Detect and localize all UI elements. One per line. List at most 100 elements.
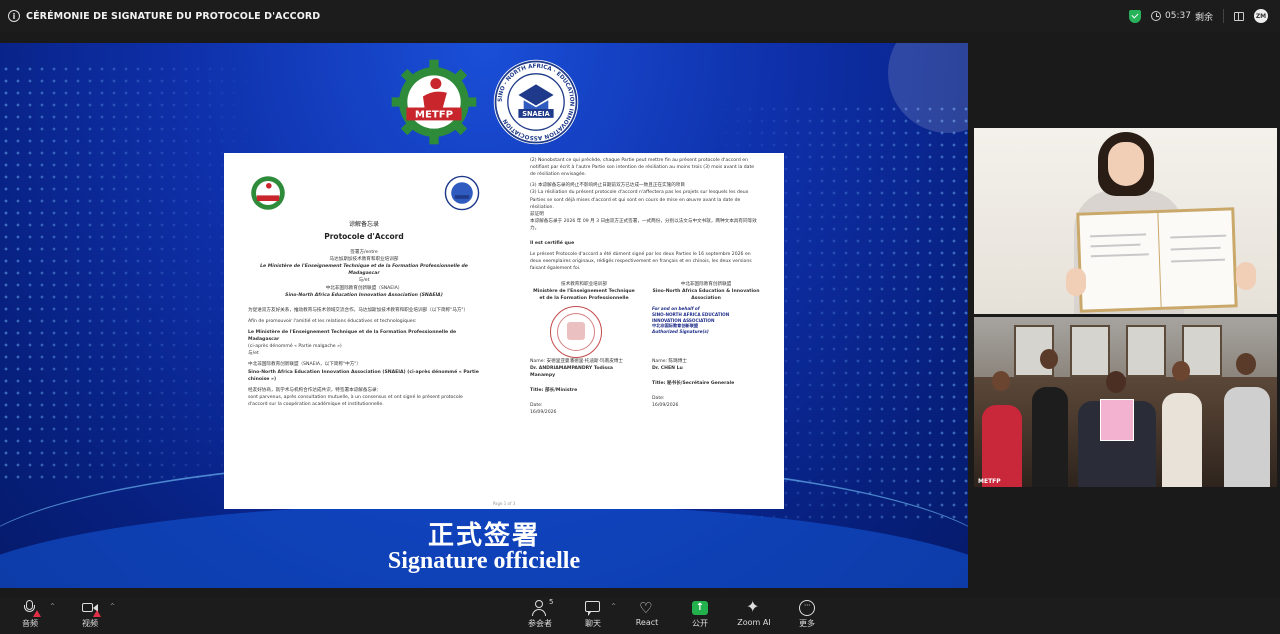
participant-figure [1162, 393, 1202, 487]
doc-line: (2) Nonobstant ce qui précède, chaque Pa… [530, 158, 755, 178]
video-options-chevron-icon[interactable]: ^ [110, 603, 115, 610]
react-label: React [635, 618, 659, 627]
participants-button[interactable]: 5 参会者 [520, 598, 560, 629]
more-label: 更多 [799, 619, 815, 628]
video-tile-speaker[interactable] [974, 128, 1277, 314]
hand [1066, 268, 1086, 296]
document-title: Protocole d'Accord [324, 232, 404, 241]
participants-icon [535, 600, 543, 608]
info-icon[interactable]: i [8, 10, 20, 22]
share-screen-button[interactable]: ↑ 公开 [680, 600, 720, 629]
held-certificate [1100, 399, 1134, 441]
doc-line: 中北非国际教育创新联盟（SNAEIA，以下简称"中方"） [248, 362, 361, 368]
signature-block-madagascar: 技术教育和职业培训部 Ministère de l'Enseignement T… [530, 281, 638, 417]
association-stamp: For and on behalf of SINO-NORTH AFRICA E… [652, 306, 760, 358]
doc-line: (3) 本谅解备忘录的终止不影响终止日期前双方已达成一致且正在实施的项目 [530, 183, 685, 189]
doc-line: 与/et [358, 278, 370, 284]
snaeia-logo-text: SNAEIA [522, 110, 550, 118]
title-bar-controls: 05:37 剩余 ZM [1129, 0, 1268, 32]
metfp-mini-logo [251, 176, 285, 210]
sig-name-line: Name: 陈璐博士 [652, 358, 687, 364]
timer-label: 剩余 [1194, 12, 1213, 23]
doc-line: Le Ministère de l'Enseignement Technique… [248, 329, 457, 343]
sparkle-icon: ✦ [746, 597, 760, 616]
doc-line: (ci-après dénommé « Partie malgache ») [248, 344, 342, 350]
doc-line: 兹证明 [530, 211, 544, 217]
meeting-toolbar: 音频 ^ 视频 ^ 5 参会者 聊天 ^ ♡ React ↑ 公开 ✦ Zoom… [0, 597, 1280, 634]
snaeia-mini-logo [444, 175, 480, 211]
user-avatar[interactable]: ZM [1254, 9, 1268, 23]
document-page-right: (2) Nonobstant ce qui précède, chaque Pa… [530, 157, 760, 417]
video-button[interactable]: 视频 [70, 600, 110, 629]
doc-line: Afin de promouvoir l'amitié et les relat… [248, 318, 417, 324]
zoom-ai-label: Zoom AI [737, 618, 771, 627]
sig-date-label: Date: [652, 396, 665, 402]
chat-options-chevron-icon[interactable]: ^ [611, 603, 616, 610]
clock-icon [1151, 11, 1162, 21]
official-stamp [550, 305, 602, 358]
doc-line: 经友好协商，就学术与机构合作达成共识，特签署本谅解备忘录： [248, 387, 382, 393]
sig-org: Ministère de l'Enseignement Technique et… [533, 288, 635, 301]
doc-line: 为促进双方友好关系，推动教育与技术领域交流合作，马达加斯加技术教育和职业培训部（… [248, 307, 469, 313]
zoom-meeting-window: i CÉRÉMONIE DE SIGNATURE DU PROTOCOLE D'… [0, 0, 1280, 634]
stamp-line: SINO-NORTH AFRICA EDUCATION INNOVATION A… [652, 311, 730, 323]
video-tile-metfp[interactable]: METFP [974, 317, 1277, 487]
agreement-document: 谅解备忘录 Protocole d'Accord 签署方/entre 马达加斯加… [224, 153, 784, 509]
doc-line: Le présent Protocole d'accord a été dûme… [530, 252, 752, 272]
snaeia-logo: SINO - NORTH AFRICA · EDUCATION INNOVATI… [493, 59, 579, 145]
room-window [1126, 325, 1166, 377]
warning-icon [93, 610, 101, 617]
divider [1223, 9, 1224, 23]
participant-head [1172, 361, 1190, 381]
room-window [1070, 325, 1110, 377]
sig-org-cn: 中北非国际教育创新联盟 [680, 281, 732, 287]
doc-line: 马达加斯加技术教育和职业培训部 [329, 257, 399, 263]
more-dots-icon: ··· [799, 600, 815, 616]
chat-button[interactable]: 聊天 [573, 600, 613, 629]
doc-line: 本谅解备忘录于 2026 年 09 月 3 日由双方正式签署，一式两份，分别以法… [530, 218, 757, 231]
document-cn-title: 谅解备忘录 [348, 221, 379, 228]
react-button[interactable]: ♡ React [627, 599, 667, 628]
view-layout-icon[interactable] [1234, 11, 1244, 21]
sig-name: Dr. ANDRIAMAMPANDRY Todissa Manampy [530, 365, 613, 379]
slide-logos: METFP SINO - NORTH AFRICA · EDUCATION IN… [388, 56, 580, 148]
sig-org: Sino-North Africa Education & Innovation… [652, 288, 760, 301]
stamp-line: Authorized Signature(s) [652, 329, 709, 335]
cert-text-line [1170, 246, 1221, 251]
doc-line: sont parvenus, après consultation mutuel… [248, 394, 463, 407]
sig-date-label: Date: [530, 403, 543, 409]
participant-head [1236, 353, 1256, 375]
doc-line: 中北非国际教育创新联盟（SNAEIA） [325, 285, 403, 291]
doc-line: Il est certifié que [530, 241, 575, 247]
participant-head [1040, 349, 1058, 369]
cert-text-line [1170, 234, 1227, 239]
security-shield-icon[interactable] [1129, 9, 1142, 23]
heart-icon: ♡ [639, 599, 653, 617]
metfp-logo-text: METFP [415, 110, 453, 121]
zoom-ai-button[interactable]: ✦ Zoom AI [734, 597, 774, 628]
chat-icon [585, 601, 600, 616]
cert-text-line [1090, 243, 1141, 248]
meeting-timer: 05:37 剩余 [1151, 10, 1213, 23]
document-logos [248, 173, 480, 213]
share-arrow-icon: ↑ [692, 601, 708, 615]
audio-label: 音频 [22, 619, 38, 628]
participant-figure [1224, 387, 1270, 487]
doc-line: Sino-North Africa Education Innovation A… [248, 369, 479, 382]
audio-options-chevron-icon[interactable]: ^ [50, 603, 55, 610]
decor-dots-left [0, 63, 260, 483]
metfp-logo: METFP [391, 59, 477, 145]
video-label: 视频 [82, 619, 98, 628]
sig-org-cn: 技术教育和职业培训部 [561, 281, 607, 287]
sig-name: Dr. CHEN Lu [652, 365, 683, 371]
cert-text-line [1090, 253, 1149, 258]
more-button[interactable]: ··· 更多 [787, 600, 827, 629]
camera-icon [82, 603, 93, 612]
shared-screen: METFP SINO - NORTH AFRICA · EDUCATION IN… [0, 43, 968, 588]
doc-line: (3) La résiliation du présent protocole … [530, 190, 749, 210]
participant-panel: METFP [968, 32, 1280, 597]
audio-button[interactable]: 音频 [10, 600, 50, 629]
doc-line: 签署方/entre [350, 250, 378, 255]
cert-text-line [1090, 233, 1147, 238]
warning-icon [33, 610, 41, 617]
